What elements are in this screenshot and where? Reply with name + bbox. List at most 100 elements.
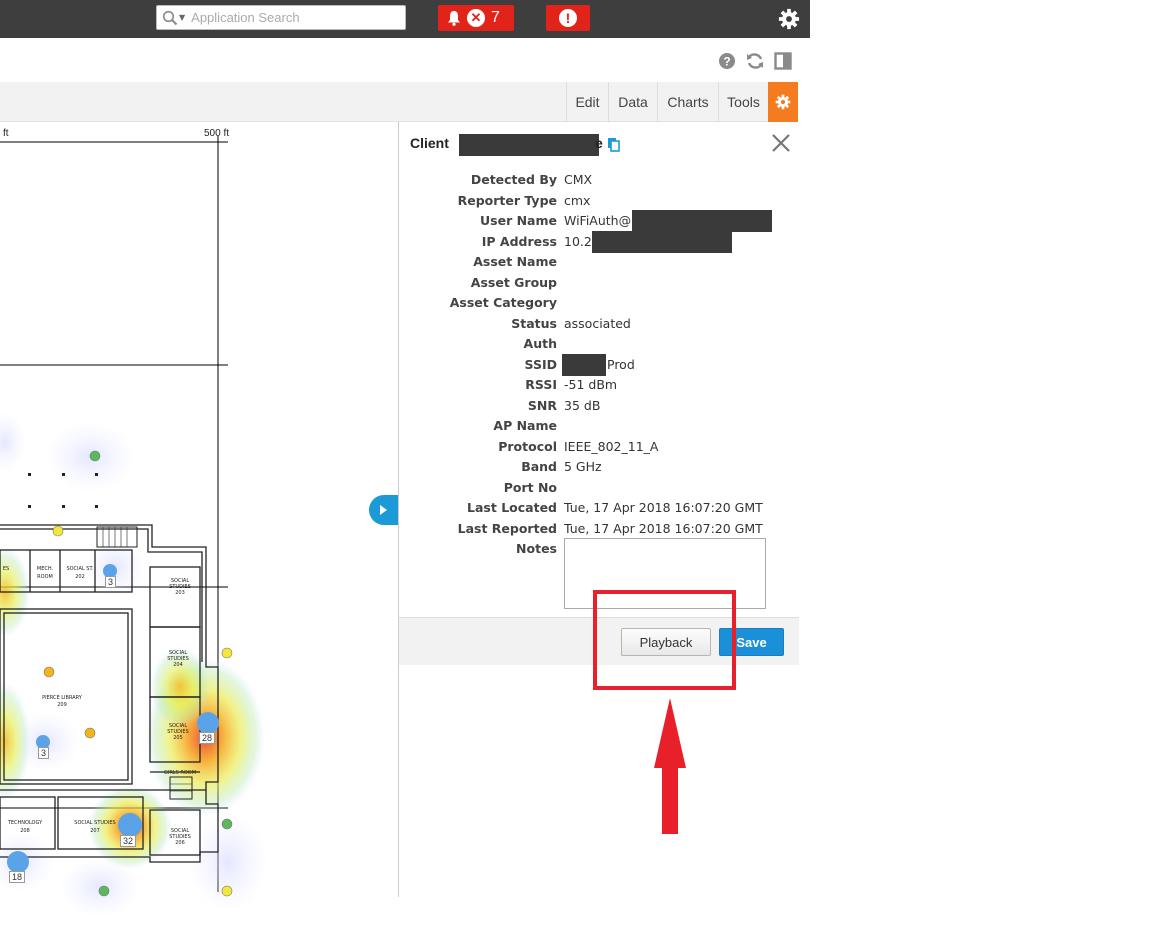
field-label: Last Located	[467, 500, 557, 515]
svg-text:208: 208	[20, 828, 30, 834]
close-icon[interactable]	[771, 133, 791, 153]
field-label: SNR	[527, 397, 557, 413]
field-label: Last Reported	[457, 520, 557, 536]
system-warning-button[interactable]: !	[546, 5, 590, 31]
client-details-panel: Client e Detected By CMX Reporter Type cmx…	[398, 122, 799, 897]
cluster-label[interactable]: 3	[105, 576, 117, 588]
highlight-annotation-box	[593, 590, 736, 690]
svg-text:205: 205	[173, 735, 183, 741]
field-asset-category: Asset Category	[399, 293, 799, 314]
panel-title-suffix: e	[595, 135, 603, 151]
field-user-name: User Name WiFiAuth@	[399, 210, 799, 232]
settings-gear-icon[interactable]	[778, 8, 800, 30]
cluster-label[interactable]: 3	[38, 747, 50, 759]
field-detected-by: Detected By CMX	[399, 170, 799, 191]
field-last-located: Last Located Tue, 17 Apr 2018 16:07:20 GM…	[399, 498, 799, 519]
field-label: Status	[511, 315, 557, 331]
application-search[interactable]: ▼	[156, 5, 406, 30]
field-label: RSSI	[525, 377, 557, 392]
field-label: Detected By	[470, 172, 557, 187]
panel-toggle-icon[interactable]	[774, 51, 792, 71]
redacted-ip-address	[592, 230, 732, 253]
svg-text:202: 202	[75, 574, 85, 580]
exclamation-icon: !	[559, 9, 577, 27]
field-value: -51 dBm	[564, 377, 618, 392]
field-value: 35 dB	[564, 397, 601, 413]
svg-text:ROOM: ROOM	[37, 574, 53, 580]
redacted-user-name	[632, 210, 772, 232]
field-rssi: RSSI -51 dBm	[399, 375, 799, 396]
chevron-right-icon	[380, 505, 387, 515]
panel-title: Client	[410, 135, 449, 151]
field-value: cmx	[564, 192, 591, 208]
search-icon	[162, 10, 178, 25]
field-port-no: Port No	[399, 478, 799, 499]
field-ssid: SSID Prod	[399, 353, 799, 376]
field-label: AP Name	[493, 418, 557, 433]
svg-text:204: 204	[173, 662, 183, 668]
svg-text:TECHNOLOGY: TECHNOLOGY	[7, 820, 43, 826]
cluster-label[interactable]: 28	[199, 732, 216, 744]
top-navigation-bar: ▼ ✕ 7 !	[0, 0, 810, 38]
svg-text:?: ?	[723, 54, 730, 68]
field-label: SSID	[524, 356, 557, 372]
field-value: Prod	[607, 356, 635, 372]
field-auth: Auth	[399, 334, 799, 355]
expand-panel-button[interactable]	[369, 495, 398, 525]
redacted-client-name	[459, 134, 599, 156]
charts-button[interactable]: Charts	[657, 82, 718, 122]
field-value: 5 GHz	[564, 459, 602, 474]
tools-button[interactable]: Tools	[718, 82, 768, 122]
application-search-input[interactable]	[189, 9, 390, 26]
alarm-summary-button[interactable]: ✕ 7	[438, 5, 514, 31]
svg-text:MECH.: MECH.	[37, 566, 54, 572]
redacted-ssid-prefix	[562, 353, 606, 376]
edit-button[interactable]: Edit	[566, 82, 608, 122]
svg-text:ES: ES	[3, 566, 9, 572]
copy-icon[interactable]	[607, 137, 621, 152]
svg-text:PIERCE LIBRARY: PIERCE LIBRARY	[42, 695, 83, 701]
map-toolbar: Edit Data Charts Tools	[0, 82, 798, 122]
field-label: Reporter Type	[457, 192, 557, 208]
svg-text:206: 206	[175, 840, 185, 846]
field-status: Status associated	[399, 314, 799, 335]
svg-text:209: 209	[57, 702, 67, 708]
cluster-label[interactable]: 32	[120, 835, 137, 847]
field-asset-group: Asset Group	[399, 273, 799, 294]
notes-label: Notes	[516, 541, 557, 556]
field-ap-name: AP Name	[399, 416, 799, 437]
field-protocol: Protocol IEEE_802_11_A	[399, 437, 799, 458]
field-ip-address: IP Address 10.2	[399, 230, 799, 253]
field-label: Asset Name	[473, 254, 557, 269]
cluster-label[interactable]: 18	[9, 871, 26, 883]
svg-text:203: 203	[175, 590, 185, 596]
field-label: User Name	[480, 213, 557, 228]
client-attributes: Detected By CMX Reporter Type cmx User Nam…	[399, 170, 799, 560]
field-band: Band 5 GHz	[399, 457, 799, 478]
svg-text:SOCIAL ST.: SOCIAL ST.	[66, 566, 94, 572]
annotation-arrow-icon	[654, 698, 686, 834]
field-value: CMX	[564, 172, 593, 187]
svg-text:207: 207	[90, 828, 100, 834]
field-asset-name: Asset Name	[399, 252, 799, 273]
field-value: Tue, 17 Apr 2018 16:07:20 GMT	[564, 520, 763, 536]
data-button[interactable]: Data	[608, 82, 657, 122]
floor-map[interactable]: ft 500 ft MECH. ROOM SOCIAL ST. 202 SOCI…	[0, 122, 398, 914]
refresh-icon[interactable]	[745, 51, 765, 71]
svg-text:GIRLS ROOM: GIRLS ROOM	[164, 770, 196, 776]
field-value: WiFiAuth@	[564, 213, 632, 228]
field-label: Protocol	[498, 438, 557, 454]
map-settings-button[interactable]	[768, 82, 798, 122]
search-scope-chevron-down-icon[interactable]: ▼	[179, 13, 185, 22]
help-icon[interactable]: ?	[718, 51, 736, 71]
field-label: Asset Group	[470, 274, 557, 290]
field-value: 10.2	[564, 233, 592, 249]
floor-plan-drawing: MECH.ROOM SOCIAL ST.202 SOCIALSTUDIES203…	[0, 136, 268, 914]
field-label: IP Address	[481, 233, 557, 249]
field-label: Port No	[503, 479, 557, 495]
field-value: associated	[564, 315, 631, 331]
field-label: Band	[521, 459, 557, 474]
svg-text:SOCIAL STUDIES: SOCIAL STUDIES	[74, 820, 115, 826]
bell-icon	[448, 11, 460, 26]
gear-icon	[775, 94, 791, 110]
